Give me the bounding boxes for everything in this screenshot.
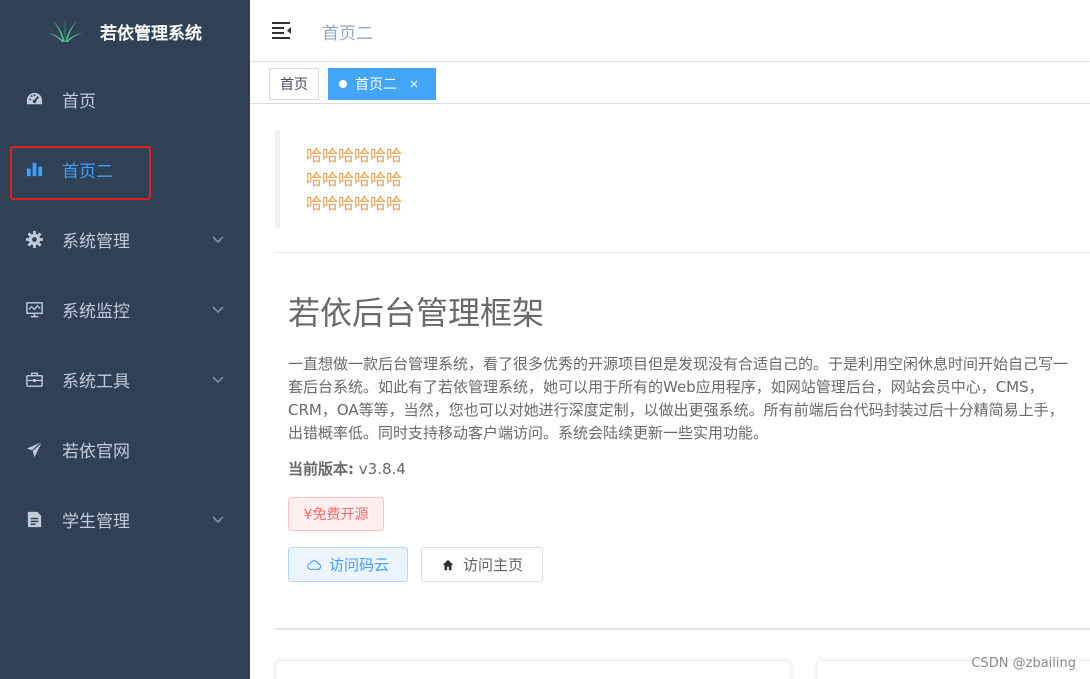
quote-line: 哈哈哈哈哈哈 xyxy=(306,194,403,213)
sidebar-item-system-management[interactable]: 系统管理 xyxy=(0,211,250,267)
logo[interactable]: 若依管理系统 xyxy=(0,0,250,62)
navbar: 首页二 xyxy=(250,0,1090,62)
sidebar-item-system-monitor[interactable]: 系统监控 xyxy=(0,281,250,337)
sidebar-item-label: 系统工具 xyxy=(62,371,130,392)
close-icon[interactable]: × xyxy=(409,77,419,91)
tags-view: 首页 首页二 × xyxy=(250,62,1090,104)
logo-title: 若依管理系统 xyxy=(100,23,202,44)
home-icon xyxy=(442,559,454,570)
document-icon xyxy=(24,509,44,529)
visit-homepage-button[interactable]: 访问主页 xyxy=(421,547,543,582)
paper-plane-icon xyxy=(24,439,44,459)
chevron-down-icon xyxy=(212,516,224,524)
active-dot xyxy=(339,80,347,88)
page-title: 若依后台管理框架 xyxy=(288,294,545,332)
logo-icon xyxy=(47,19,83,42)
card xyxy=(275,660,791,679)
free-open-source-tag: ¥免费开源 xyxy=(288,497,384,531)
toolbox-icon xyxy=(24,369,44,389)
description: 一直想做一款后台管理系统，看了很多优秀的开源项目但是发现没有合适自己的。于是利用… xyxy=(288,355,1069,442)
divider xyxy=(275,628,1090,630)
bar-chart-icon xyxy=(24,159,44,179)
cloud-icon xyxy=(307,559,321,570)
version-info: 当前版本: v3.8.4 xyxy=(288,458,406,479)
version-value: v3.8.4 xyxy=(354,460,406,478)
button-label: 访问码云 xyxy=(328,556,389,574)
sidebar-item-system-tools[interactable]: 系统工具 xyxy=(0,351,250,407)
tag-home2[interactable]: 首页二 × xyxy=(328,68,436,100)
sidebar: 若依管理系统 首页 首页二 系统管理 系统监控 系统工具 若依官网 学生管理 xyxy=(0,0,250,679)
sidebar-item-label: 学生管理 xyxy=(62,511,130,532)
visit-gitee-button[interactable]: 访问码云 xyxy=(288,547,408,582)
sidebar-item-label: 首页 xyxy=(62,91,96,112)
button-label: 访问主页 xyxy=(462,556,523,574)
hamburger-icon[interactable] xyxy=(270,18,294,42)
watermark: CSDN @zbailing xyxy=(971,656,1076,671)
breadcrumb: 首页二 xyxy=(322,24,373,44)
chevron-down-icon xyxy=(212,376,224,384)
sidebar-item-label: 系统管理 xyxy=(62,231,130,252)
sidebar-item-student-management[interactable]: 学生管理 xyxy=(0,491,250,547)
monitor-icon xyxy=(24,299,44,319)
sidebar-item-label: 首页二 xyxy=(62,161,113,182)
gear-icon xyxy=(24,229,44,249)
sidebar-item-home2[interactable]: 首页二 xyxy=(0,141,250,197)
blockquote: 哈哈哈哈哈哈 哈哈哈哈哈哈 哈哈哈哈哈哈 xyxy=(275,130,575,228)
tag-home[interactable]: 首页 xyxy=(269,68,319,100)
chevron-down-icon xyxy=(212,236,224,244)
sidebar-item-label: 系统监控 xyxy=(62,301,130,322)
sidebar-item-label: 若依官网 xyxy=(62,441,130,462)
sidebar-item-ruoyi-website[interactable]: 若依官网 xyxy=(0,421,250,477)
dashboard-icon xyxy=(24,89,44,109)
version-label: 当前版本: xyxy=(288,460,354,478)
tag-label: 首页 xyxy=(280,77,308,93)
chevron-down-icon xyxy=(212,306,224,314)
divider xyxy=(275,252,1090,253)
main-content: 哈哈哈哈哈哈 哈哈哈哈哈哈 哈哈哈哈哈哈 若依后台管理框架 一直想做一款后台管理… xyxy=(250,104,1090,679)
sidebar-item-home[interactable]: 首页 xyxy=(0,71,250,127)
quote-line: 哈哈哈哈哈哈 xyxy=(306,170,403,189)
quote-line: 哈哈哈哈哈哈 xyxy=(306,146,403,165)
tag-label: 首页二 xyxy=(355,77,397,93)
